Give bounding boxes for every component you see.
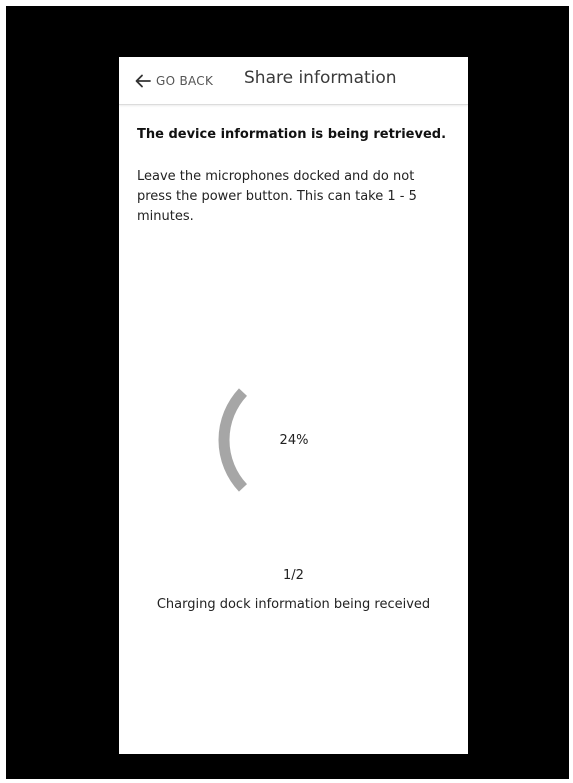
page-title: Share information <box>244 68 397 88</box>
go-back-label: GO BACK <box>156 74 214 88</box>
arrow-left-icon <box>135 74 151 88</box>
progress-indicator: 24% <box>194 340 394 540</box>
step-status-text: Charging dock information being received <box>156 597 431 612</box>
frame-border-left <box>0 0 6 783</box>
frame-border-right <box>569 0 573 783</box>
status-heading: The device information is being retrieve… <box>137 127 447 142</box>
app-screen: GO BACK Share information The device inf… <box>119 57 468 754</box>
frame-border-top <box>0 0 573 6</box>
step-counter: 1/2 <box>283 568 304 583</box>
instruction-text: Leave the microphones docked and do not … <box>137 169 417 224</box>
go-back-button[interactable]: GO BACK <box>135 70 213 92</box>
device-frame: GO BACK Share information The device inf… <box>0 0 573 783</box>
progress-percentage: 24% <box>279 432 309 448</box>
header-bar: GO BACK Share information <box>119 57 468 105</box>
frame-border-bottom <box>0 779 573 783</box>
